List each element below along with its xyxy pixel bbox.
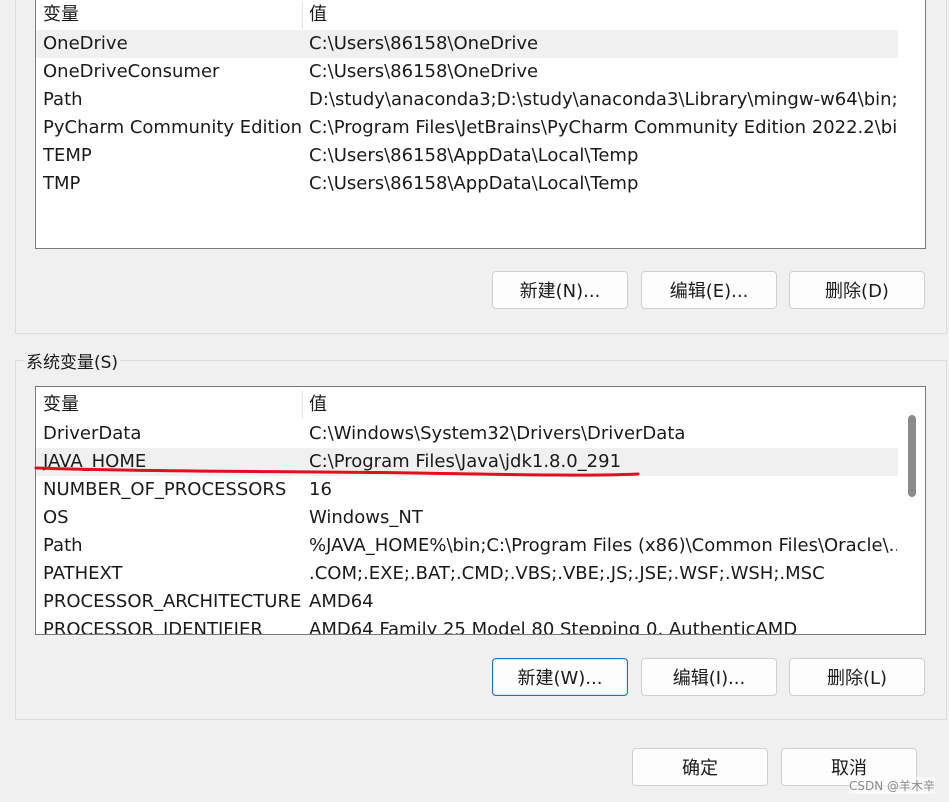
row-value: C:\Users\86158\OneDrive bbox=[309, 33, 539, 54]
system-row-number-of-processors[interactable]: NUMBER_OF_PROCESSORS 16 bbox=[36, 476, 898, 504]
row-variable: OS bbox=[43, 507, 69, 528]
system-row-processor-architecture[interactable]: PROCESSOR_ARCHITECTURE AMD64 bbox=[36, 588, 898, 616]
scrollbar-thumb[interactable] bbox=[908, 415, 916, 497]
user-edit-button[interactable]: 编辑(E)... bbox=[641, 271, 777, 309]
user-row-onedrive[interactable]: OneDrive C:\Users\86158\OneDrive bbox=[36, 30, 898, 58]
system-delete-button[interactable]: 删除(L) bbox=[789, 658, 925, 696]
watermark: CSDN @羊木辛 bbox=[848, 777, 935, 794]
row-variable: PyCharm Community Edition bbox=[43, 117, 302, 138]
system-row-java-home[interactable]: JAVA_HOME C:\Program Files\Java\jdk1.8.0… bbox=[36, 448, 898, 476]
system-edit-button[interactable]: 编辑(I)... bbox=[641, 658, 777, 696]
system-list-header: 变量 值 bbox=[36, 391, 898, 419]
row-value: C:\Users\86158\AppData\Local\Temp bbox=[309, 145, 639, 166]
row-value: Windows_NT bbox=[309, 507, 423, 528]
row-variable: TMP bbox=[43, 173, 81, 194]
row-variable: Path bbox=[43, 89, 83, 110]
system-new-button[interactable]: 新建(W)... bbox=[492, 658, 628, 696]
user-variables-list[interactable]: 变量 值 OneDrive C:\Users\86158\OneDrive On… bbox=[35, 0, 926, 249]
row-value: D:\study\anaconda3;D:\study\anaconda3\Li… bbox=[309, 89, 897, 110]
system-row-processor-identifier[interactable]: PROCESSOR_IDENTIFIER AMD64 Family 25 Mod… bbox=[36, 616, 898, 635]
system-row-driverdata[interactable]: DriverData C:\Windows\System32\Drivers\D… bbox=[36, 420, 898, 448]
system-row-pathext[interactable]: PATHEXT .COM;.EXE;.BAT;.CMD;.VBS;.VBE;.J… bbox=[36, 560, 898, 588]
system-row-os[interactable]: OS Windows_NT bbox=[36, 504, 898, 532]
user-row-path[interactable]: Path D:\study\anaconda3;D:\study\anacond… bbox=[36, 86, 898, 114]
system-row-path[interactable]: Path %JAVA_HOME%\bin;C:\Program Files (x… bbox=[36, 532, 898, 560]
user-delete-button[interactable]: 删除(D) bbox=[789, 271, 925, 309]
system-variables-list[interactable]: 变量 值 DriverData C:\Windows\System32\Driv… bbox=[35, 386, 926, 635]
row-value: C:\Users\86158\OneDrive bbox=[309, 61, 539, 82]
header-value[interactable]: 值 bbox=[309, 1, 897, 29]
row-variable: JAVA_HOME bbox=[43, 451, 147, 472]
user-row-onedriveconsumer[interactable]: OneDriveConsumer C:\Users\86158\OneDrive bbox=[36, 58, 898, 86]
row-value: .COM;.EXE;.BAT;.CMD;.VBS;.VBE;.JS;.JSE;.… bbox=[309, 563, 825, 584]
ok-button[interactable]: 确定 bbox=[632, 748, 768, 786]
user-row-tmp[interactable]: TMP C:\Users\86158\AppData\Local\Temp bbox=[36, 170, 898, 198]
row-value: 16 bbox=[309, 479, 332, 500]
row-variable: PROCESSOR_IDENTIFIER bbox=[43, 619, 263, 635]
row-value: C:\Program Files\Java\jdk1.8.0_291 bbox=[309, 451, 622, 472]
row-variable: Path bbox=[43, 535, 83, 556]
user-new-button[interactable]: 新建(N)... bbox=[492, 271, 628, 309]
user-list-header: 变量 值 bbox=[36, 1, 898, 29]
row-value: C:\Users\86158\AppData\Local\Temp bbox=[309, 173, 639, 194]
row-variable: DriverData bbox=[43, 423, 142, 444]
row-variable: PATHEXT bbox=[43, 563, 123, 584]
row-value: C:\Windows\System32\Drivers\DriverData bbox=[309, 423, 686, 444]
row-value: %JAVA_HOME%\bin;C:\Program Files (x86)\C… bbox=[309, 535, 897, 556]
user-row-pycharm[interactable]: PyCharm Community Edition C:\Program Fil… bbox=[36, 114, 898, 142]
row-variable: OneDrive bbox=[43, 33, 128, 54]
row-value: AMD64 Family 25 Model 80 Stepping 0, Aut… bbox=[309, 619, 798, 635]
row-value: C:\Program Files\JetBrains\PyCharm Commu… bbox=[309, 117, 897, 138]
user-row-temp[interactable]: TEMP C:\Users\86158\AppData\Local\Temp bbox=[36, 142, 898, 170]
system-variables-label: 系统变量(S) bbox=[24, 348, 121, 373]
header-variable[interactable]: 变量 bbox=[43, 391, 303, 419]
header-variable[interactable]: 变量 bbox=[43, 1, 303, 29]
row-variable: NUMBER_OF_PROCESSORS bbox=[43, 479, 287, 500]
row-variable: TEMP bbox=[43, 145, 92, 166]
header-value[interactable]: 值 bbox=[309, 391, 897, 419]
row-variable: OneDriveConsumer bbox=[43, 61, 220, 82]
row-variable: PROCESSOR_ARCHITECTURE bbox=[43, 591, 302, 612]
system-list-scrollbar[interactable] bbox=[898, 387, 925, 634]
row-value: AMD64 bbox=[309, 591, 374, 612]
